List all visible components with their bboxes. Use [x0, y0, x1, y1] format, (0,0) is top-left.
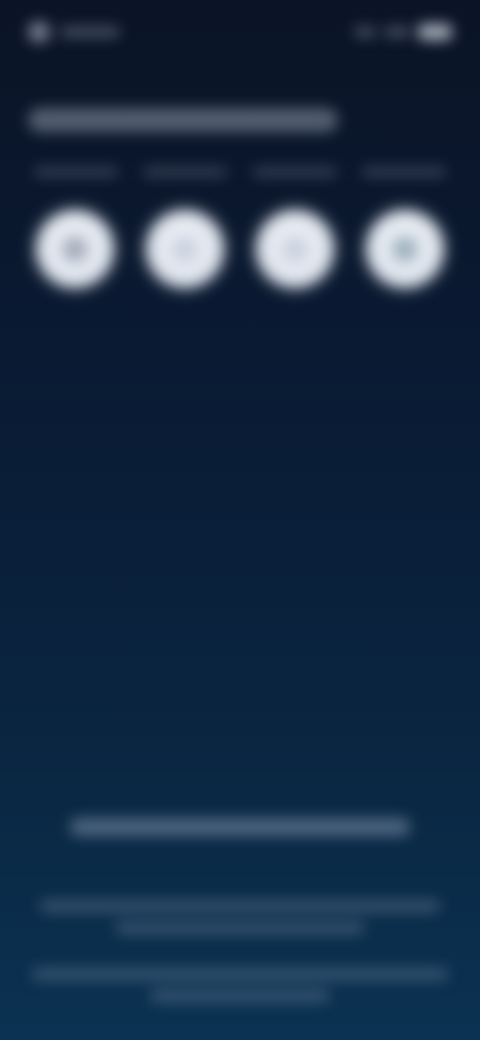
- footer-tertiary-text: [32, 968, 448, 980]
- gear-icon: [62, 236, 88, 262]
- status-app-icon: [28, 21, 50, 43]
- blurred-content: [0, 0, 480, 1040]
- footer-primary-text: [70, 818, 410, 836]
- quick-action-button-2[interactable]: [146, 210, 224, 288]
- quick-action-label: [361, 168, 446, 176]
- page-title: [28, 108, 338, 132]
- battery-icon: [418, 24, 452, 40]
- quick-action-button-4[interactable]: [366, 210, 444, 288]
- quick-action-label: [252, 168, 337, 176]
- wifi-icon: [384, 27, 410, 37]
- quick-action-button-1[interactable]: [36, 210, 114, 288]
- quick-action-button-3[interactable]: [256, 210, 334, 288]
- check-icon: [392, 236, 418, 262]
- quick-action-labels: [34, 168, 446, 176]
- lock-screen: [0, 0, 480, 1040]
- signal-icon: [354, 27, 376, 37]
- quick-action-buttons: [36, 210, 444, 288]
- status-time: [60, 27, 120, 37]
- circle-icon: [282, 236, 308, 262]
- quick-action-label: [34, 168, 118, 176]
- status-right: [354, 24, 452, 40]
- quick-action-label: [143, 168, 228, 176]
- footer-secondary-text: [40, 900, 440, 912]
- footer-secondary-text-cont: [115, 922, 365, 934]
- status-left: [28, 21, 120, 43]
- status-bar: [28, 18, 452, 46]
- circle-icon: [172, 236, 198, 262]
- footer-tertiary-text-cont: [150, 990, 330, 1002]
